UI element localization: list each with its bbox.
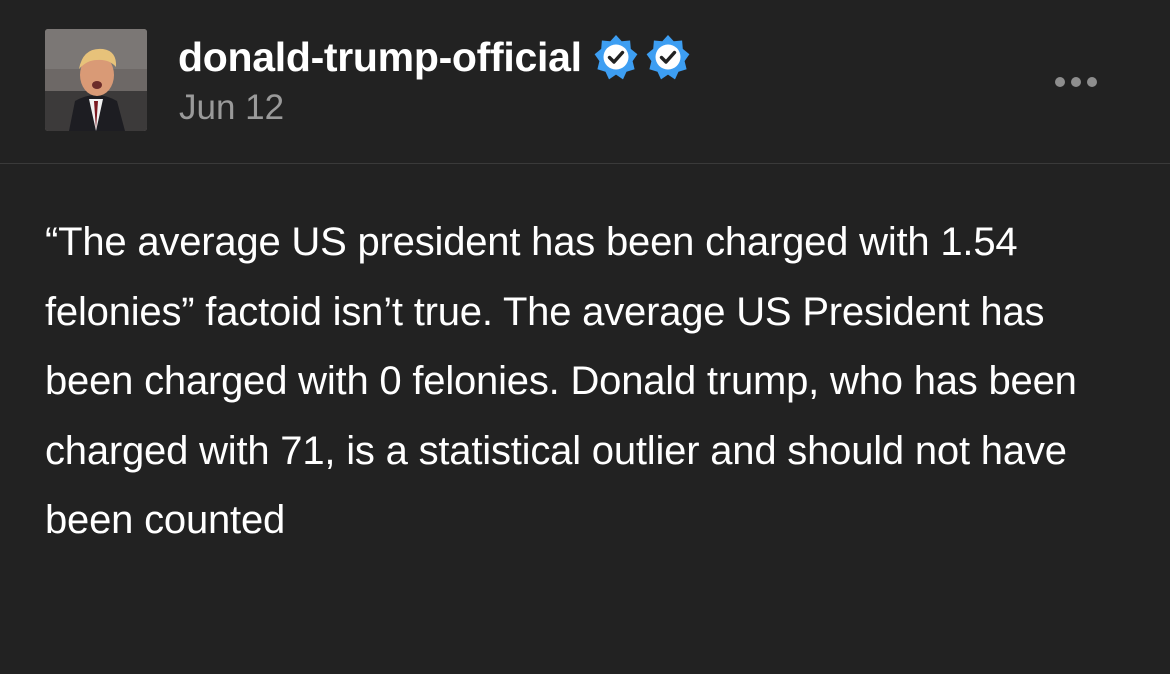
ellipsis-icon xyxy=(1055,77,1065,87)
verified-badge-icon xyxy=(592,33,640,81)
username[interactable]: donald-trump-official xyxy=(178,30,582,84)
avatar[interactable] xyxy=(45,29,147,131)
avatar-image xyxy=(45,29,147,131)
post-text: “The average US president has been charg… xyxy=(45,220,1077,542)
post-body: “The average US president has been charg… xyxy=(45,208,1135,556)
username-row: donald-trump-official xyxy=(178,30,692,84)
ellipsis-icon xyxy=(1071,77,1081,87)
ellipsis-icon xyxy=(1087,77,1097,87)
post-header: donald-trump-official Jun 12 xyxy=(0,0,1170,164)
post-date: Jun 12 xyxy=(179,88,285,127)
verified-badge-icon xyxy=(644,33,692,81)
more-options-button[interactable] xyxy=(1036,60,1116,104)
post-card: donald-trump-official Jun 12 “The averag… xyxy=(0,0,1170,674)
